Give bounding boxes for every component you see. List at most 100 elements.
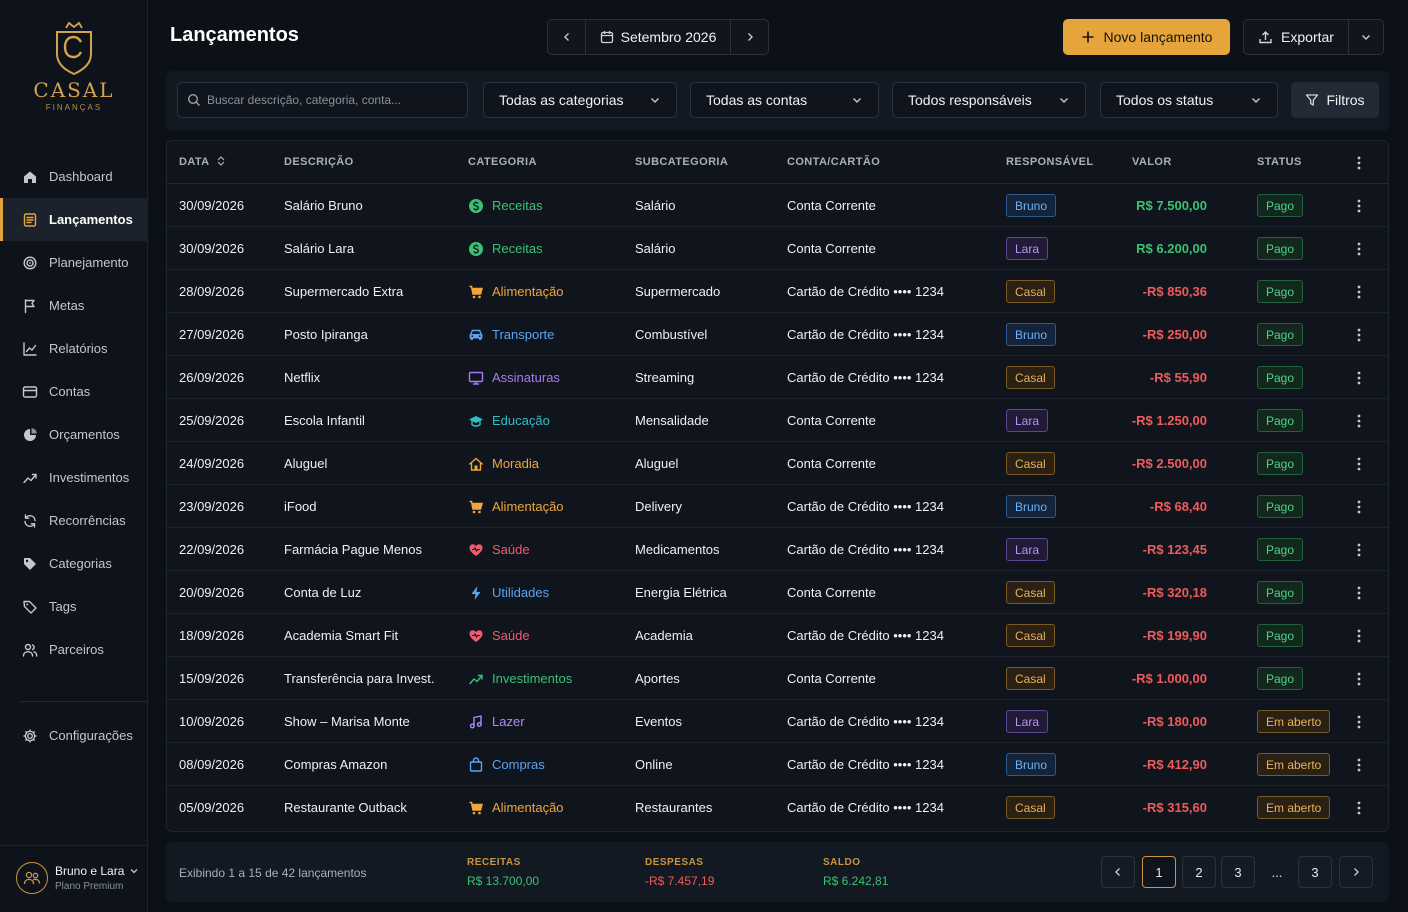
status-filter-value: Todos os status xyxy=(1116,92,1214,108)
cell-owner: Casal xyxy=(1006,442,1055,485)
table-row[interactable]: 23/09/2026 iFood Alimentação Delivery Cartão… xyxy=(167,485,1388,528)
new-entry-label: Novo lançamento xyxy=(1103,29,1213,45)
next-page-button[interactable] xyxy=(1339,856,1373,888)
page-button[interactable]: 3 xyxy=(1221,856,1255,888)
cell-value: -R$ 68,40 xyxy=(1149,499,1207,514)
filters-button[interactable]: Filtros xyxy=(1291,82,1379,118)
export-button[interactable]: Exportar xyxy=(1244,20,1349,54)
expense-total: DESPESAS -R$ 7.457,19 xyxy=(645,857,714,888)
brand-logo[interactable]: CASAL FINANÇAS xyxy=(0,20,148,112)
status-filter[interactable]: Todos os status xyxy=(1100,82,1278,118)
owner-badge: Lara xyxy=(1006,710,1049,733)
table-row[interactable]: 22/09/2026 Farmácia Pague Menos Saúde Medic… xyxy=(167,528,1388,571)
month-selector[interactable]: Setembro 2026 xyxy=(585,20,731,54)
cell-date: 18/09/2026 xyxy=(179,628,245,643)
sidebar: CASAL FINANÇAS Dashboard Lançamentos Plane… xyxy=(0,0,148,912)
new-entry-button[interactable]: Novo lançamento xyxy=(1063,19,1230,55)
target-icon xyxy=(21,254,39,272)
card-icon xyxy=(21,383,39,401)
cell-subcategory: Energia Elétrica xyxy=(635,585,727,600)
cell-account: Cartão de Crédito •••• 1234 xyxy=(787,327,944,342)
income-total: RECEITAS R$ 13.700,00 xyxy=(467,857,539,888)
cell-account: Cartão de Crédito •••• 1234 xyxy=(787,542,944,557)
user-menu[interactable]: Bruno e Lara Plano Premium xyxy=(16,862,140,894)
row-actions-button[interactable] xyxy=(1357,614,1361,657)
table-row[interactable]: 08/09/2026 Compras Amazon Compras Online Car… xyxy=(167,743,1388,786)
table-row[interactable]: 05/09/2026 Restaurante Outback Alimentação… xyxy=(167,786,1388,829)
sidebar-item-tags[interactable]: Tags xyxy=(0,585,148,628)
cell-subcategory: Aluguel xyxy=(635,456,679,471)
page-button[interactable]: 2 xyxy=(1182,856,1216,888)
cell-subcategory: Salário xyxy=(635,198,676,213)
table-row[interactable]: 30/09/2026 Salário Lara Receitas Salário Con… xyxy=(167,227,1388,270)
sidebar-item-metas[interactable]: Metas xyxy=(0,284,148,327)
row-actions-button[interactable] xyxy=(1357,313,1361,356)
sidebar-item-contas[interactable]: Contas xyxy=(0,370,148,413)
status-badge: Pago xyxy=(1257,624,1304,647)
account-filter[interactable]: Todas as contas xyxy=(690,82,879,118)
cell-date: 30/09/2026 xyxy=(179,198,245,213)
row-actions-button[interactable] xyxy=(1357,442,1361,485)
sidebar-item-orcamentos[interactable]: Orçamentos xyxy=(0,413,148,456)
filter-bar: Todas as categorias Todas as contas Todo… xyxy=(166,71,1389,131)
row-actions-button[interactable] xyxy=(1357,184,1361,227)
cell-category: Transporte xyxy=(468,313,554,356)
table-row[interactable]: 27/09/2026 Posto Ipiranga Transporte Combus… xyxy=(167,313,1388,356)
sidebar-item-categorias[interactable]: Categorias xyxy=(0,542,148,585)
sidebar-item-planejamento[interactable]: Planejamento xyxy=(0,241,148,284)
sidebar-item-dashboard[interactable]: Dashboard xyxy=(0,155,148,198)
cell-account: Conta Corrente xyxy=(787,198,876,213)
status-badge: Pago xyxy=(1257,194,1304,217)
page-button[interactable]: 1 xyxy=(1142,856,1176,888)
sidebar-nav: Dashboard Lançamentos Planejamento Metas Rel… xyxy=(0,155,148,671)
row-actions-button[interactable] xyxy=(1357,356,1361,399)
cell-status: Pago xyxy=(1257,313,1304,356)
row-actions-button[interactable] xyxy=(1357,657,1361,700)
bag-icon xyxy=(468,756,484,773)
sidebar-item-parceiros[interactable]: Parceiros xyxy=(0,628,148,671)
sidebar-item-relatorios[interactable]: Relatórios xyxy=(0,327,148,370)
row-actions-button[interactable] xyxy=(1357,786,1361,829)
table-row[interactable]: 24/09/2026 Aluguel Moradia Aluguel Conta Cor… xyxy=(167,442,1388,485)
row-actions-button[interactable] xyxy=(1357,485,1361,528)
graduation-icon xyxy=(468,413,484,429)
table-row[interactable]: 26/09/2026 Netflix Assinaturas Streaming Car… xyxy=(167,356,1388,399)
heart-icon xyxy=(468,542,484,558)
row-actions-button[interactable] xyxy=(1357,270,1361,313)
sidebar-item-recorrencias[interactable]: Recorrências xyxy=(0,499,148,542)
sort-by-date[interactable]: DATA xyxy=(179,156,225,168)
category-filter[interactable]: Todas as categorias xyxy=(483,82,677,118)
row-actions-button[interactable] xyxy=(1357,399,1361,442)
row-actions-button[interactable] xyxy=(1357,700,1361,743)
table-row[interactable]: 20/09/2026 Conta de Luz Utilidades Energia … xyxy=(167,571,1388,614)
sidebar-item-configuracoes[interactable]: Configurações xyxy=(0,714,148,757)
row-actions-button[interactable] xyxy=(1357,528,1361,571)
category-label: Alimentação xyxy=(492,499,564,514)
kebab-icon xyxy=(1357,285,1361,299)
row-actions-button[interactable] xyxy=(1357,743,1361,786)
header-status: STATUS xyxy=(1257,156,1302,168)
cell-category: Lazer xyxy=(468,700,525,743)
table-row[interactable]: 18/09/2026 Academia Smart Fit Saúde Academi… xyxy=(167,614,1388,657)
table-row[interactable]: 25/09/2026 Escola Infantil Educação Mensali… xyxy=(167,399,1388,442)
owner-filter[interactable]: Todos responsáveis xyxy=(892,82,1086,118)
row-actions-button[interactable] xyxy=(1357,571,1361,614)
sidebar-item-investimentos[interactable]: Investimentos xyxy=(0,456,148,499)
export-options-button[interactable] xyxy=(1349,20,1383,54)
chevron-down-icon xyxy=(1252,98,1260,103)
sidebar-item-label: Tags xyxy=(49,599,77,614)
cell-account: Conta Corrente xyxy=(787,241,876,256)
prev-page-button[interactable] xyxy=(1101,856,1135,888)
prev-month-button[interactable] xyxy=(548,20,585,54)
row-actions-button[interactable] xyxy=(1357,227,1361,270)
table-row[interactable]: 30/09/2026 Salário Bruno Receitas Salário Co… xyxy=(167,184,1388,227)
column-options-button[interactable] xyxy=(1357,141,1361,184)
search-input[interactable] xyxy=(207,93,457,107)
table-row[interactable]: 15/09/2026 Transferência para Invest. Inve… xyxy=(167,657,1388,700)
sidebar-item-lancamentos[interactable]: Lançamentos xyxy=(0,198,148,241)
cell-status: Pago xyxy=(1257,571,1304,614)
page-button[interactable]: 3 xyxy=(1298,856,1332,888)
table-row[interactable]: 10/09/2026 Show – Marisa Monte Lazer Evento… xyxy=(167,700,1388,743)
table-row[interactable]: 28/09/2026 Supermercado Extra Alimentação S… xyxy=(167,270,1388,313)
next-month-button[interactable] xyxy=(731,20,768,54)
